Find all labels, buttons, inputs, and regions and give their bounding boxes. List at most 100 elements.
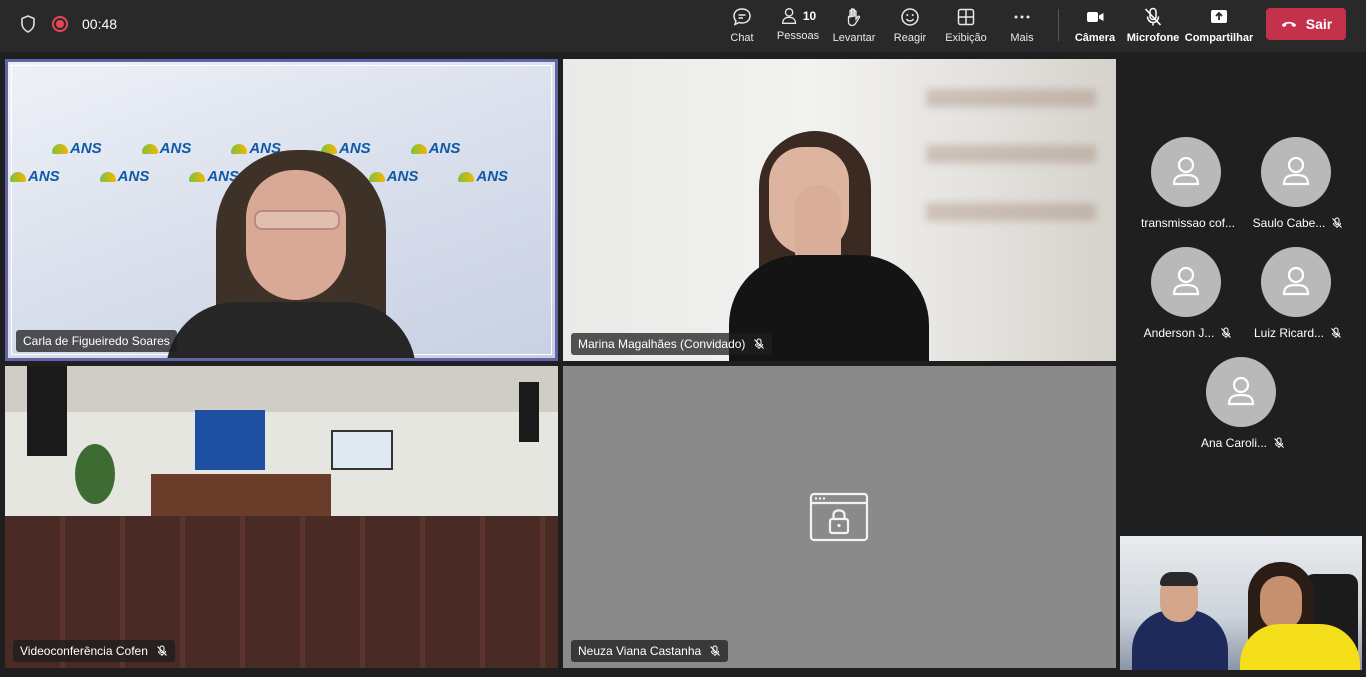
background-shelf <box>926 89 1096 107</box>
chat-button[interactable]: Chat <box>726 4 758 48</box>
recording-icon <box>52 16 68 32</box>
roster-participant[interactable]: Luiz Ricard... <box>1241 247 1351 347</box>
people-count: 10 <box>802 9 817 23</box>
person-icon <box>1282 156 1310 186</box>
camera-icon <box>1087 12 1104 22</box>
background-shelf <box>926 203 1096 221</box>
logo-ans: ANS <box>142 140 192 157</box>
participant-body <box>166 302 416 358</box>
backdrop-logos: ANS ANS ANS ANS ANS <box>52 140 460 157</box>
microphone-label: Microfone <box>1126 32 1180 44</box>
participant-name-tag: Neuza Viana Castanha <box>571 640 729 662</box>
meeting-status: 00:48 <box>18 14 117 34</box>
mic-off-icon <box>1274 437 1284 448</box>
view-button[interactable]: Exibição <box>944 4 988 48</box>
meeting-timer: 00:48 <box>82 16 118 32</box>
mic-off-icon <box>156 645 167 656</box>
participant-name-tag: Marina Magalhães (Convidado) <box>571 333 773 355</box>
chat-icon <box>733 8 751 26</box>
leave-button[interactable]: Sair <box>1266 8 1346 40</box>
people-button[interactable]: 10 Pessoas <box>776 4 820 48</box>
avatar <box>1151 137 1221 207</box>
participant-name-tag: Carla de Figueiredo Soares <box>16 330 177 352</box>
roster-name-tag: Ana Caroli... <box>1178 436 1308 450</box>
share-screen-icon <box>1211 10 1227 23</box>
leave-label: Sair <box>1305 16 1333 32</box>
person-icon <box>1172 156 1200 186</box>
mic-off-icon <box>1331 327 1341 338</box>
avatar <box>1151 247 1221 317</box>
raise-hand-icon <box>847 8 861 27</box>
logo-ans: ANS <box>52 140 102 157</box>
person-icon <box>1227 376 1255 406</box>
video-tile-cofen[interactable]: Videoconferência Cofen <box>5 366 558 668</box>
room-speaker <box>27 366 67 456</box>
react-button[interactable]: Reagir <box>892 4 928 48</box>
roster-name: Luiz Ricard... <box>1253 326 1325 340</box>
share-button[interactable]: Compartilhar <box>1184 4 1254 48</box>
logo-ans: ANS <box>10 168 60 185</box>
room-plant <box>75 444 115 504</box>
meeting-toolbar: 00:48 Chat 10 Pessoas Levantar Reagir Ex… <box>0 0 1366 52</box>
raise-hand-button[interactable]: Levantar <box>832 4 876 48</box>
roster-participant[interactable]: Anderson J... <box>1131 247 1241 347</box>
mic-off-icon <box>754 338 765 349</box>
roster-name: Saulo Cabe... <box>1252 216 1326 230</box>
logo-ans: ANS <box>458 168 508 185</box>
logo-ans: ANS <box>100 168 150 185</box>
participant-name: Carla de Figueiredo Soares <box>23 334 170 348</box>
participant-name: Videoconferência Cofen <box>20 644 148 658</box>
room-speaker <box>519 382 539 442</box>
mic-off-icon <box>1221 327 1232 338</box>
roster-name-tag: Luiz Ricard... <box>1233 326 1363 340</box>
people-label: Pessoas <box>776 30 820 42</box>
room-ceiling <box>5 366 558 412</box>
roster-participant[interactable]: transmissao cof... <box>1131 137 1241 237</box>
participant-name-tag: Videoconferência Cofen <box>13 640 175 662</box>
roster-participant[interactable]: Ana Caroli... <box>1186 357 1296 457</box>
glasses <box>254 210 340 230</box>
avatar <box>1261 247 1331 317</box>
mic-off-icon <box>710 645 721 656</box>
self-view-video[interactable] <box>1120 536 1362 670</box>
more-icon <box>1014 15 1030 19</box>
logo-ans: ANS <box>369 168 419 185</box>
participant-body <box>1240 624 1360 670</box>
roster-participant[interactable]: Saulo Cabe... <box>1241 137 1351 237</box>
mic-off-icon <box>1144 7 1162 26</box>
hang-up-icon <box>1281 21 1296 28</box>
grid-view-icon <box>957 8 975 26</box>
share-label: Compartilhar <box>1184 32 1254 44</box>
background-shelf <box>926 145 1096 163</box>
camera-label: Câmera <box>1074 32 1116 44</box>
more-button[interactable]: Mais <box>1006 4 1038 48</box>
avatar <box>1206 357 1276 427</box>
chat-label: Chat <box>730 32 754 44</box>
shield-icon <box>21 15 35 33</box>
microphone-button[interactable]: Microfone <box>1126 4 1180 48</box>
person-icon <box>1172 266 1200 296</box>
more-label: Mais <box>1010 32 1034 44</box>
camera-button[interactable]: Câmera <box>1074 4 1116 48</box>
participant-face <box>246 170 346 300</box>
participant-name: Neuza Viana Castanha <box>578 644 702 658</box>
toolbar-divider <box>1058 9 1059 41</box>
emoji-icon <box>901 8 919 26</box>
video-tile-neuza[interactable]: Neuza Viana Castanha <box>563 366 1116 668</box>
avatar <box>1261 137 1331 207</box>
roster-name-tag: Saulo Cabe... <box>1233 216 1363 230</box>
roster-name: Ana Caroli... <box>1200 436 1268 450</box>
raise-hand-label: Levantar <box>832 32 876 44</box>
participant-hair <box>1160 572 1198 586</box>
participant-name: Marina Magalhães (Convidado) <box>578 337 746 351</box>
roster-name: transmissao cof... <box>1140 216 1236 230</box>
mic-off-icon <box>1332 217 1343 228</box>
video-tile-marina[interactable]: Marina Magalhães (Convidado) <box>563 59 1116 361</box>
room-banner <box>195 410 265 470</box>
view-label: Exibição <box>945 32 987 44</box>
people-icon <box>781 8 796 24</box>
participant-face <box>1260 576 1302 630</box>
person-icon <box>1282 266 1310 296</box>
video-tile-carla[interactable]: ANS ANS ANS ANS ANS ANS ANS ANS ANS ANS … <box>5 59 558 361</box>
room-screen <box>331 430 393 470</box>
